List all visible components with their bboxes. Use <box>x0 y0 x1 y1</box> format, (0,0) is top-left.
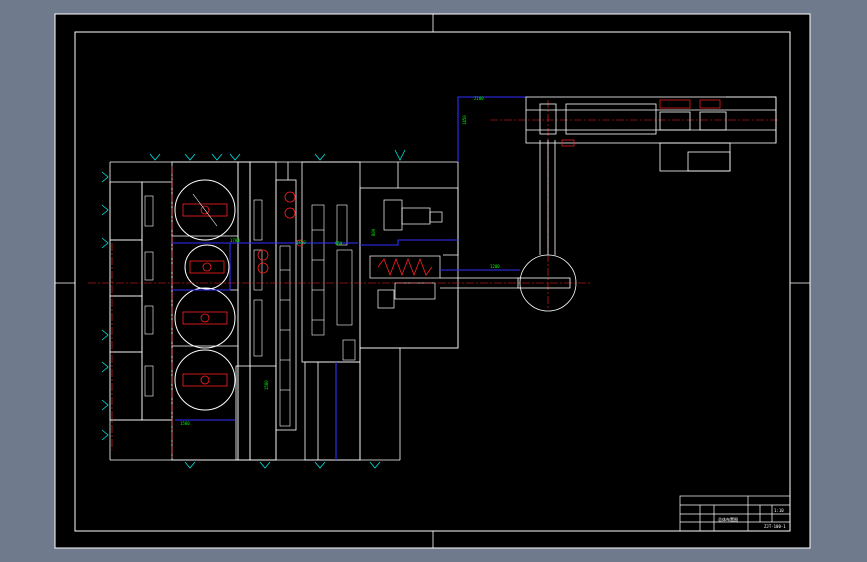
dimension-label: 1580 <box>264 380 269 390</box>
cad-drawing: 2100 1450 1700 800 950 1200 1580 1580 2450 总体布置图… <box>54 13 811 549</box>
dimension-label: 2450 <box>296 240 306 245</box>
drawing-number: ZJT-100-1 <box>764 524 786 529</box>
dimension-label: 1700 <box>230 238 240 243</box>
drawing-scale: 1:10 <box>774 508 784 513</box>
drawing-name: 总体布置图 <box>718 516 738 522</box>
drawing-sheet <box>54 13 811 549</box>
dimension-label: 800 <box>371 228 376 236</box>
cad-viewport[interactable]: 2100 1450 1700 800 950 1200 1580 1580 2450 总体布置图… <box>0 0 867 562</box>
dimension-label: 1450 <box>462 115 467 125</box>
dimension-label: 1200 <box>490 264 500 269</box>
dimension-label: 950 <box>335 241 343 246</box>
dimension-label: 1580 <box>180 421 190 426</box>
dimension-label: 2100 <box>474 96 484 101</box>
